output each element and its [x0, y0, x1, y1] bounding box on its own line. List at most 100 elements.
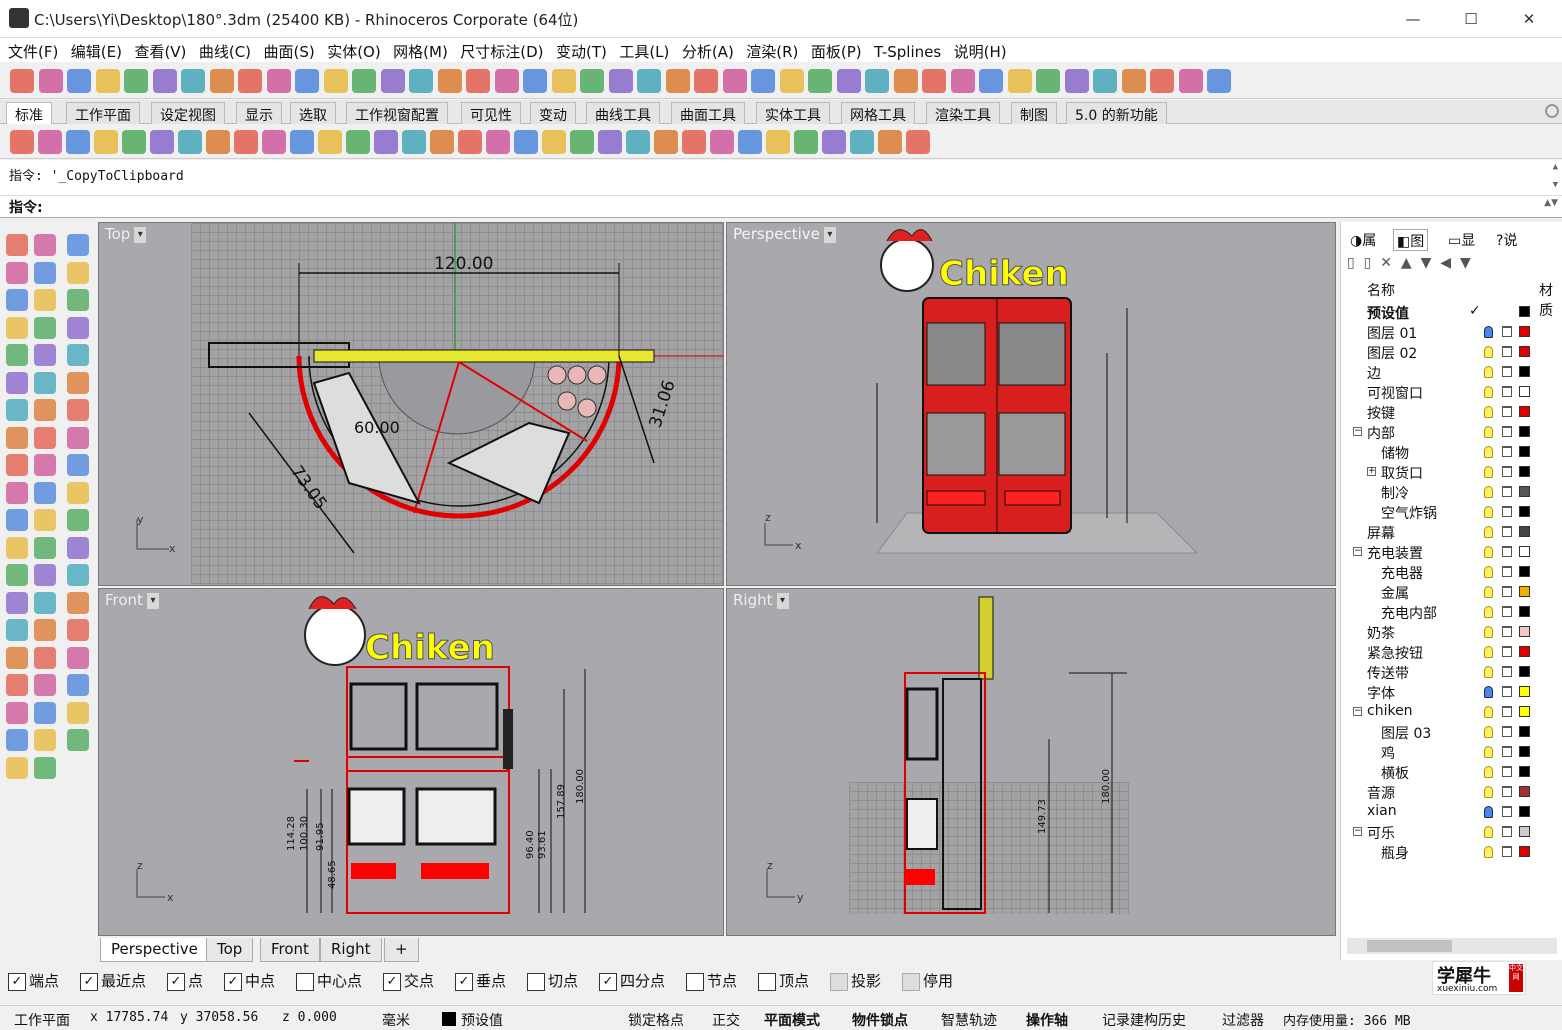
left-tool-icon[interactable] [34, 756, 56, 779]
layer-color-swatch[interactable] [1519, 526, 1530, 537]
osnap-0[interactable]: ✓ 端点 [8, 970, 59, 992]
standard-tool-icon[interactable] [10, 130, 34, 154]
unlock-icon[interactable] [1502, 446, 1512, 457]
left-tool-icon[interactable] [6, 344, 28, 366]
osnap-9[interactable]: 节点 [686, 970, 737, 992]
layer-row[interactable]: 充电内部 [1341, 602, 1541, 622]
checkbox-checked[interactable]: ✓ [224, 972, 242, 991]
left-tool-icon[interactable] [67, 399, 89, 421]
checkbox-checked[interactable]: ✓ [455, 972, 473, 991]
chevron-down-icon[interactable]: ▾ [134, 226, 147, 243]
new-sublayer-icon[interactable]: ▯ [1364, 255, 1372, 271]
menu-solid[interactable]: 实体(O) [327, 38, 381, 62]
standard-tool-icon[interactable] [122, 130, 146, 154]
left-tool-icon[interactable] [6, 426, 28, 449]
left-tool-icon[interactable] [6, 756, 28, 779]
left-tool-icon[interactable] [34, 591, 56, 614]
status-history[interactable]: 记录建构历史 [1102, 1010, 1186, 1030]
unlock-icon[interactable] [1502, 806, 1512, 817]
unlock-icon[interactable] [1502, 626, 1512, 637]
layer-color-swatch[interactable] [1519, 486, 1530, 497]
left-tool-icon[interactable] [67, 564, 89, 586]
light-bulb-icon[interactable] [1484, 506, 1493, 518]
standard-tool-icon[interactable] [710, 130, 734, 154]
tool-icon[interactable] [779, 69, 804, 93]
tab-solid-tools[interactable]: 实体工具 [756, 102, 830, 124]
left-tool-icon[interactable] [6, 536, 28, 559]
tab-transform[interactable]: 变动 [530, 102, 576, 124]
tool-icon[interactable] [10, 69, 34, 93]
gear-icon[interactable] [1545, 104, 1559, 118]
layer-row[interactable]: 横板 [1341, 762, 1541, 782]
left-tool-icon[interactable] [67, 674, 89, 696]
osnap-2[interactable]: ✓ 点 [167, 970, 203, 992]
layer-row[interactable]: 屏幕 [1341, 522, 1541, 542]
tool-icon[interactable] [266, 69, 291, 93]
left-tool-icon[interactable] [67, 646, 89, 669]
panel-tab-properties[interactable]: ◑属 [1347, 229, 1379, 251]
tab-standard[interactable]: 标准 [6, 102, 52, 124]
tool-icon[interactable] [523, 69, 547, 93]
light-bulb-icon[interactable] [1484, 586, 1493, 598]
light-bulb-icon[interactable] [1484, 406, 1493, 418]
layer-color-swatch[interactable] [1519, 826, 1530, 837]
tool-icon[interactable] [922, 69, 946, 93]
tool-icon[interactable] [124, 69, 148, 93]
unlock-icon[interactable] [1502, 666, 1512, 677]
left-tool-icon[interactable] [34, 536, 56, 559]
layer-row[interactable]: 制冷 [1341, 482, 1541, 502]
light-bulb-icon[interactable] [1484, 386, 1493, 398]
light-bulb-icon[interactable] [1484, 326, 1493, 338]
left-tool-icon[interactable] [34, 426, 56, 449]
status-grid-snap[interactable]: 锁定格点 [628, 1010, 684, 1030]
left-tool-icon[interactable] [67, 509, 89, 531]
left-tool-icon[interactable] [67, 701, 89, 724]
horizontal-scrollbar[interactable] [1347, 938, 1557, 954]
tool-icon[interactable] [1064, 69, 1089, 93]
unlock-icon[interactable] [1502, 826, 1512, 837]
light-bulb-icon[interactable] [1484, 346, 1493, 358]
tool-icon[interactable] [1007, 69, 1032, 93]
left-tool-icon[interactable] [6, 261, 28, 284]
collapse-icon[interactable]: − [1353, 707, 1362, 716]
unlock-icon[interactable] [1502, 746, 1512, 757]
viewport-title-perspective[interactable]: Perspective ▾ [727, 223, 842, 245]
layer-row[interactable]: 奶茶 [1341, 622, 1541, 642]
tool-icon[interactable] [608, 69, 633, 93]
layer-row[interactable]: 图层 03 [1341, 722, 1541, 742]
left-tool-icon[interactable] [6, 701, 28, 724]
standard-tool-icon[interactable] [822, 130, 846, 154]
tab-select[interactable]: 选取 [290, 102, 336, 124]
viewport-top[interactable]: 120.00 60.00 31.06 73.05 y x Top ▾ [98, 222, 724, 586]
left-tool-icon[interactable] [67, 619, 89, 641]
layer-color-swatch[interactable] [1519, 386, 1530, 397]
layer-row[interactable]: 音源 [1341, 782, 1541, 802]
light-bulb-icon[interactable] [1484, 486, 1493, 498]
chevron-down-icon[interactable]: ▾ [776, 592, 789, 609]
standard-tool-icon[interactable] [206, 130, 230, 154]
tool-icon[interactable] [979, 69, 1003, 93]
unlock-icon[interactable] [1502, 386, 1512, 397]
vtab-right[interactable]: Right [320, 938, 382, 962]
scrollbar-thumb[interactable] [1367, 940, 1452, 952]
standard-tool-icon[interactable] [514, 130, 538, 154]
chevron-down-icon[interactable]: ▾ [823, 226, 836, 243]
standard-tool-icon[interactable] [234, 130, 258, 154]
layer-color-swatch[interactable] [1519, 446, 1530, 457]
unlock-icon[interactable] [1502, 346, 1512, 357]
tool-icon[interactable] [950, 69, 975, 93]
left-tool-icon[interactable] [6, 371, 28, 394]
layer-color-swatch[interactable] [1519, 706, 1530, 717]
tool-icon[interactable] [238, 69, 262, 93]
tool-icon[interactable] [1207, 69, 1231, 93]
filter-icon[interactable]: ▼ [1460, 255, 1471, 271]
left-tool-icon[interactable] [34, 371, 56, 394]
layer-row[interactable]: 瓶身 [1341, 842, 1541, 862]
tool-icon[interactable] [38, 69, 63, 93]
osnap-8[interactable]: ✓ 四分点 [599, 970, 665, 992]
layer-row[interactable]: 鸡 [1341, 742, 1541, 762]
standard-tool-icon[interactable] [290, 130, 314, 154]
tool-icon[interactable] [209, 69, 234, 93]
unlock-icon[interactable] [1502, 846, 1512, 857]
light-bulb-icon[interactable] [1484, 726, 1493, 738]
